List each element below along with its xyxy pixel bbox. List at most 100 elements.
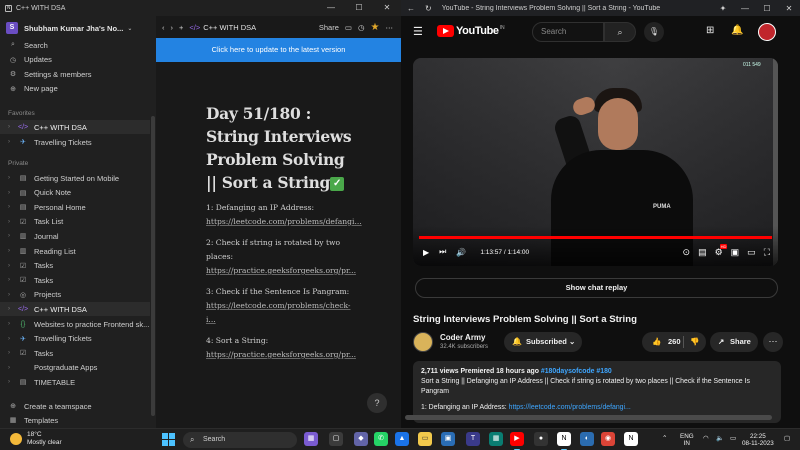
comment-icon[interactable]: ▭ [345,23,352,32]
avatar[interactable] [758,23,776,41]
new-page-icon[interactable]: + [179,23,183,32]
youtube-taskbar-icon[interactable]: ▶ [510,432,524,450]
sidebar-private-item[interactable]: › {} Websites to practice Frontend sk... [0,317,150,331]
more-actions-button[interactable]: ⋯ [763,332,783,352]
minimize-icon[interactable]: — [317,0,345,16]
chevron-right-icon[interactable]: › [8,277,16,283]
notion-taskbar-icon[interactable]: N [557,432,571,450]
subtitles-icon[interactable]: ▤ [698,247,707,258]
file-explorer-icon[interactable]: ▭ [418,432,432,446]
chevron-right-icon[interactable]: › [8,365,16,371]
start-button[interactable] [162,433,175,446]
hamburger-menu-icon[interactable]: ☰ [413,25,423,38]
star-icon[interactable]: ★ [371,22,380,33]
sidebar-bottom-item[interactable]: ⊕ Create a teamspace [0,399,150,413]
horizontal-scrollbar[interactable] [401,415,800,421]
taskbar-app-task-view[interactable]: ▢ [329,432,343,446]
close-icon[interactable]: ✕ [778,4,800,13]
forward-icon[interactable]: › [171,23,174,32]
sidebar-private-item[interactable]: › ▤ Getting Started on Mobile [0,171,150,185]
chevron-right-icon[interactable]: › [8,350,16,356]
chevron-right-icon[interactable]: › [8,292,16,298]
chevron-right-icon[interactable]: › [8,190,16,196]
chevron-right-icon[interactable]: › [8,175,16,181]
fullscreen-icon[interactable]: ⛶ [764,247,770,258]
taskbar-app-widgets[interactable]: ▦ [304,432,318,446]
volume-icon[interactable]: 🔈 [716,435,724,442]
back-arrow-icon[interactable]: ← [407,4,415,13]
thumbs-down-icon[interactable]: 👎 [690,332,699,352]
problem-link[interactable]: https://leetcode.com/problems/defangi... [206,217,362,226]
battery-icon[interactable]: ▭ [730,435,736,442]
sidebar-private-item[interactable]: › ◎ Projects [0,288,150,302]
channel-name[interactable]: Coder Army [440,333,486,342]
problem-link[interactable]: https://practice.geeksforgeeks.org/pr... [206,350,356,359]
history-icon[interactable]: ◷ [358,23,365,32]
chevron-right-icon[interactable]: › [8,233,16,239]
chevron-right-icon[interactable]: › [8,379,16,385]
theater-mode-icon[interactable]: ▭ [747,247,756,258]
sidebar-favorite-item[interactable]: › </> C++ WITH DSA [0,120,150,134]
sidebar-private-item[interactable]: › Postgraduate Apps [0,361,150,375]
sidebar-private-item[interactable]: › ▤ Personal Home [0,200,150,214]
chevron-right-icon[interactable]: › [8,219,16,225]
show-chat-replay-button[interactable]: Show chat replay [415,278,778,298]
search-icon[interactable]: ⌕ [604,22,636,42]
help-button[interactable]: ? [367,393,387,413]
youtube-logo[interactable]: YouTube IN [437,25,505,37]
sidebar-item-new-page[interactable]: ⊕ New page [0,82,150,96]
reload-icon[interactable]: ↻ [425,4,432,13]
back-icon[interactable]: ‹ [162,23,165,32]
sidebar-private-item[interactable]: › ☑ Tasks [0,273,150,287]
play-icon[interactable]: ▶ [423,248,429,257]
chevron-right-icon[interactable]: › [8,204,16,210]
sidebar-private-item[interactable]: › ✈ Travelling Tickets [0,332,150,346]
sidebar-scrollbar[interactable] [151,116,155,416]
sidebar-private-item[interactable]: › ☑ Tasks [0,346,150,360]
autoplay-toggle[interactable]: ⊙ [683,247,691,258]
sidebar-item-updates[interactable]: ◷ Updates [0,53,150,67]
sidebar-private-item[interactable]: › ▥ Reading List [0,244,150,258]
hashtags[interactable]: #180daysofcode #180 [541,368,612,375]
notion-taskbar-icon-2[interactable]: N [624,432,638,446]
settings-gear-icon[interactable]: ⚙ [715,243,728,258]
chevron-right-icon[interactable]: › [8,263,16,269]
description-box[interactable]: 2,711 views Premiered 18 hours ago #180d… [413,361,781,423]
video-progress-bar[interactable] [419,236,772,239]
chevron-right-icon[interactable]: › [8,321,16,327]
problem-link[interactable]: https://leetcode.com/problems/check-i... [206,301,351,324]
next-icon[interactable]: ⏭ [439,247,446,257]
create-video-icon[interactable]: ⊞ [706,25,714,36]
share-button[interactable]: ↗ Share [710,332,758,352]
breadcrumb[interactable]: C++ WITH DSA [203,23,256,32]
sidebar-private-item[interactable]: › </> C++ WITH DSA [0,302,150,317]
sidebar-private-item[interactable]: › ☑ Tasks [0,259,150,273]
notification-icon[interactable]: ▢ [784,435,790,442]
wifi-icon[interactable]: ◠ [703,435,709,442]
clock[interactable]: 22:25 08-11-2023 [742,433,774,447]
chevron-right-icon[interactable]: › [8,336,16,342]
search-input[interactable]: Search [532,22,604,42]
miniplayer-icon[interactable]: ▣ [731,247,740,258]
taskbar-app-chat[interactable]: ◆ [354,432,368,446]
taskbar-app-edge[interactable]: ◐ [580,432,594,446]
chevron-right-icon[interactable]: › [8,306,16,312]
extension-icon[interactable]: ✦ [712,4,734,13]
close-icon[interactable]: ✕ [373,0,401,16]
bell-icon[interactable]: 🔔 [731,25,743,36]
maximize-icon[interactable]: ☐ [345,0,373,16]
description-link[interactable]: https://leetcode.com/problems/defangi... [509,404,631,411]
channel-avatar[interactable] [413,332,433,352]
volume-icon[interactable]: 🔊 [456,248,466,257]
workspace-switcher[interactable]: S Shubham Kumar Jha's No... ⌄ [0,16,156,40]
share-button[interactable]: Share [319,23,339,32]
problem-link[interactable]: https://practice.geeksforgeeks.org/pr... [206,266,356,275]
language-indicator[interactable]: ENG IN [680,433,694,447]
update-banner[interactable]: Click here to update to the latest versi… [156,38,401,62]
drive-icon[interactable]: ▲ [395,432,409,446]
sidebar-private-item[interactable]: › ▤ Quick Note [0,186,150,200]
whatsapp-icon[interactable]: ✆ [374,432,388,446]
teams-icon[interactable]: T [466,432,480,446]
video-player[interactable]: PUMA 011 549 ▶ ⏭ 🔊 1:13:57 / 1:14:00 ⊙ ▤… [413,58,778,266]
taskbar-app-store[interactable]: ▦ [489,432,503,446]
